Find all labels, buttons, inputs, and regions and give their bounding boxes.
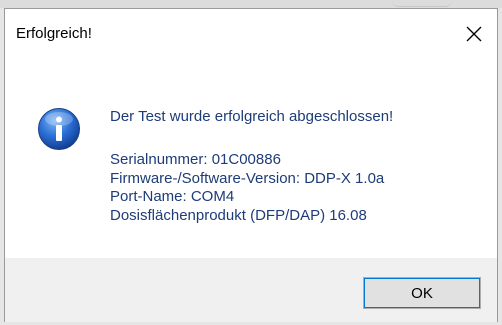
info-icon (38, 108, 80, 150)
success-message: Der Test wurde erfolgreich abgeschlossen… (110, 108, 394, 125)
message-dialog: Erfolgreich! Der Test wurde erfolgreich … (4, 8, 498, 322)
close-button[interactable] (451, 9, 497, 59)
dialog-titlebar[interactable]: Erfolgreich! (5, 9, 497, 59)
ok-button[interactable]: OK (363, 277, 481, 309)
background-window-shape (392, 0, 452, 7)
dialog-footer: OK (5, 258, 497, 322)
dose-area-product-line: Dosisflächenprodukt (DFP/DAP) 16.08 (110, 206, 367, 224)
port-name-line: Port-Name: COM4 (110, 188, 235, 205)
detail-lines: Serialnummer: 01C00886 Firmware-/Softwar… (110, 151, 384, 225)
close-icon (466, 26, 482, 42)
firmware-version-line: Firmware-/Software-Version: DDP-X 1.0a (110, 169, 385, 187)
dialog-content: Der Test wurde erfolgreich abgeschlossen… (5, 59, 497, 259)
serial-number-line: Serialnummer: 01C00886 (110, 151, 281, 168)
dialog-title: Erfolgreich! (16, 25, 92, 42)
background-window-edge (0, 0, 502, 8)
